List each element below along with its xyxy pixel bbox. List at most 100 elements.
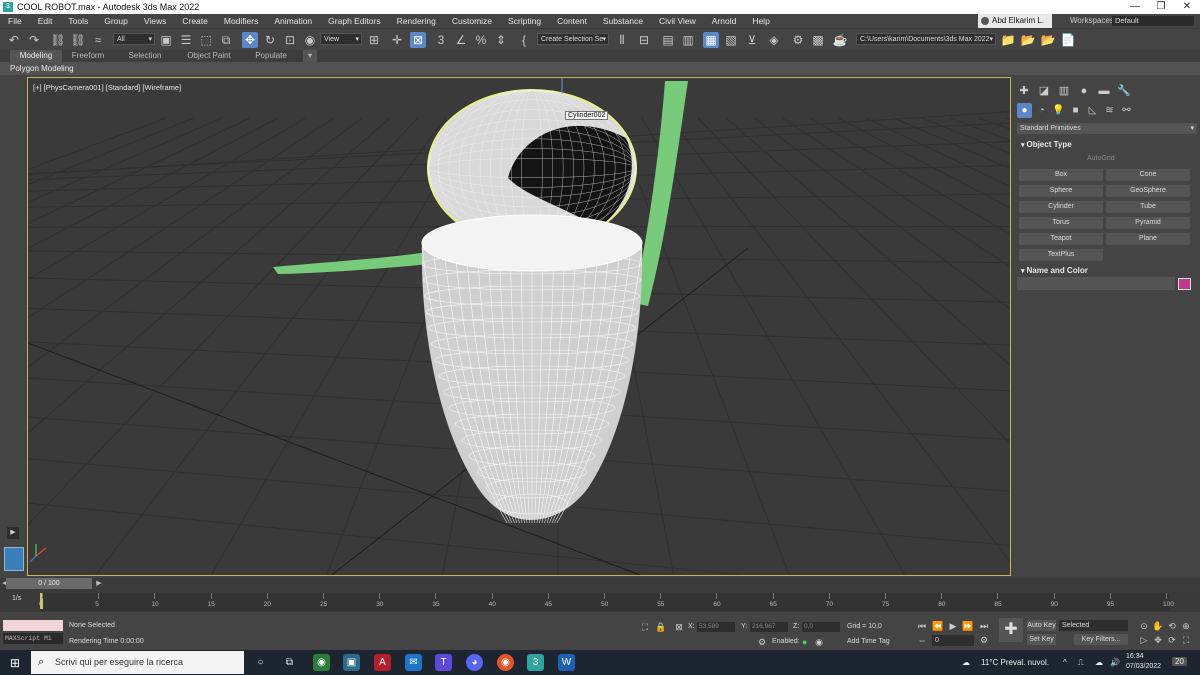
chrome-icon[interactable]: ◉ bbox=[313, 654, 330, 671]
taskbar-search-input[interactable]: ⌕ Scrivi qui per eseguire la ricerca bbox=[31, 651, 244, 674]
current-frame-field[interactable]: 0 bbox=[932, 635, 974, 646]
pivot-point-icon[interactable]: ⊞ bbox=[366, 32, 382, 48]
y-coordinate-field[interactable]: 216,967 bbox=[750, 622, 788, 632]
viewport-canvas[interactable] bbox=[28, 78, 1011, 576]
geometry-icon[interactable]: ● bbox=[1017, 103, 1032, 118]
autogrid-checkbox[interactable]: AutoGrid bbox=[1087, 155, 1147, 162]
tab-modeling[interactable]: Modeling bbox=[10, 50, 62, 62]
tab-freeform[interactable]: Freeform bbox=[62, 50, 114, 62]
clock-time[interactable]: 16:34 bbox=[1126, 653, 1144, 660]
tab-populate[interactable]: Populate bbox=[246, 50, 296, 62]
onedrive-icon[interactable]: ☁ bbox=[1095, 658, 1103, 667]
select-object-icon[interactable]: ▣ bbox=[158, 32, 174, 48]
window-crossing-icon[interactable]: ⧉ bbox=[218, 32, 234, 48]
teapot-button[interactable]: Teapot bbox=[1019, 233, 1103, 245]
workspace-select[interactable]: Default bbox=[1112, 16, 1194, 26]
menu-animation[interactable]: Animation bbox=[266, 14, 320, 28]
rendered-frame-window-icon[interactable]: ▩ bbox=[810, 32, 826, 48]
pyramid-button[interactable]: Pyramid bbox=[1106, 217, 1190, 229]
pan-icon[interactable]: ✋ bbox=[1152, 620, 1164, 632]
menu-group[interactable]: Group bbox=[96, 14, 136, 28]
office-app-icon[interactable]: W bbox=[558, 654, 575, 671]
display-tab-icon[interactable]: ▬ bbox=[1096, 83, 1112, 99]
time-slider-thumb[interactable]: 0 / 100 bbox=[6, 578, 92, 589]
ribbon-options-icon[interactable]: ▾ bbox=[303, 50, 317, 62]
create-tab-icon[interactable]: ✚ bbox=[1016, 83, 1032, 99]
menu-scripting[interactable]: Scripting bbox=[500, 14, 549, 28]
auto-key-button[interactable]: Auto Key bbox=[1027, 620, 1056, 631]
mail-icon[interactable]: ✉ bbox=[405, 654, 422, 671]
menu-graph-editors[interactable]: Graph Editors bbox=[320, 14, 388, 28]
align-icon[interactable]: ⊟ bbox=[636, 32, 652, 48]
mirror-icon[interactable]: ⫴ bbox=[614, 32, 630, 48]
auto-backup-icon[interactable]: 📄 bbox=[1060, 32, 1076, 48]
select-by-name-icon[interactable]: ☰ bbox=[178, 32, 194, 48]
viewport-label[interactable]: [+] [PhysCamera001] [Standard] [Wirefram… bbox=[33, 83, 181, 92]
x-coordinate-field[interactable]: 53,589 bbox=[697, 622, 735, 632]
menu-substance[interactable]: Substance bbox=[595, 14, 651, 28]
spinner-snap-icon[interactable]: ⇕ bbox=[493, 32, 509, 48]
clock-date[interactable]: 07/03/2022 bbox=[1126, 663, 1161, 670]
project-folder-icon[interactable]: 📂 bbox=[1040, 32, 1056, 48]
edit-named-selection-icon[interactable]: { bbox=[516, 32, 532, 48]
selection-lock-icon[interactable]: 🔒 bbox=[655, 621, 667, 633]
viewport-layout-arrow-icon[interactable]: ▶ bbox=[7, 527, 19, 539]
menu-views[interactable]: Views bbox=[136, 14, 175, 28]
cylinder-button[interactable]: Cylinder bbox=[1019, 201, 1103, 213]
weather-text[interactable]: 11°C Preval. nuvol. bbox=[981, 658, 1049, 667]
tray-chevron-icon[interactable]: ^ bbox=[1063, 658, 1067, 667]
3ds-max-taskbar-icon[interactable]: 3 bbox=[527, 654, 544, 671]
render-setup-icon[interactable]: ⚙ bbox=[790, 32, 806, 48]
redo-icon[interactable]: ↷ bbox=[26, 32, 42, 48]
helpers-icon[interactable]: ◺ bbox=[1085, 103, 1100, 118]
volume-icon[interactable]: 🔊 bbox=[1110, 658, 1120, 667]
next-frame-arrow-icon[interactable]: ▶ bbox=[94, 578, 104, 589]
add-time-tag[interactable]: Add Time Tag bbox=[847, 638, 890, 645]
space-warps-icon[interactable]: ≋ bbox=[1102, 103, 1117, 118]
material-editor-icon[interactable]: ◈ bbox=[766, 32, 782, 48]
menu-content[interactable]: Content bbox=[549, 14, 595, 28]
layer-explorer-icon[interactable]: ▥ bbox=[680, 32, 696, 48]
windows-start-icon[interactable]: ⊞ bbox=[8, 656, 22, 670]
sphere-button[interactable]: Sphere bbox=[1019, 185, 1103, 197]
menu-civil-view[interactable]: Civil View bbox=[651, 14, 704, 28]
play-icon[interactable]: ▶ bbox=[947, 620, 959, 632]
maximize-button[interactable]: ❐ bbox=[1148, 0, 1174, 14]
keyboard-shortcut-toggle-icon[interactable]: ⊠ bbox=[410, 32, 426, 48]
geosphere-button[interactable]: GeoSphere bbox=[1106, 185, 1190, 197]
track-bar[interactable]: 1/s 0 5 10 15 20 25 30 35 40 45 50 55 60 65 70 75 80 85 90… bbox=[0, 590, 1200, 612]
selection-filter-select[interactable]: All bbox=[113, 33, 155, 45]
time-tag-toggle-icon[interactable]: ◉ bbox=[813, 636, 825, 648]
field-of-view-icon[interactable]: ▷ bbox=[1138, 634, 1150, 646]
next-frame-icon[interactable]: ⏩ bbox=[962, 620, 974, 632]
previous-frame-icon[interactable]: ⏪ bbox=[932, 620, 944, 632]
object-color-swatch[interactable] bbox=[1178, 278, 1191, 290]
rectangular-selection-icon[interactable]: ⬚ bbox=[198, 32, 214, 48]
key-filters-button[interactable]: Key Filters... bbox=[1074, 634, 1128, 645]
undo-icon[interactable]: ↶ bbox=[6, 32, 22, 48]
link-icon[interactable]: ⛓ bbox=[50, 32, 66, 48]
time-slider[interactable]: ◀ 0 / 100 ▶ bbox=[0, 578, 1200, 590]
tube-button[interactable]: Tube bbox=[1106, 201, 1190, 213]
notification-count[interactable]: 20 bbox=[1172, 657, 1187, 666]
scale-icon[interactable]: ⊡ bbox=[282, 32, 298, 48]
place-icon[interactable]: ◉ bbox=[302, 32, 318, 48]
adaptive-degradation-icon[interactable]: ⚙ bbox=[756, 636, 768, 648]
cone-button[interactable]: Cone bbox=[1106, 169, 1190, 181]
open-explorer-icon[interactable]: 📁 bbox=[1000, 32, 1016, 48]
shapes-icon[interactable]: ◔ bbox=[1034, 103, 1049, 118]
maxscript-listener-input[interactable] bbox=[3, 620, 63, 631]
set-key-button[interactable]: Set Key bbox=[1027, 634, 1056, 645]
scene-explorer-icon[interactable]: ▤ bbox=[660, 32, 676, 48]
teams-icon[interactable]: T bbox=[435, 654, 452, 671]
box-button[interactable]: Box bbox=[1019, 169, 1103, 181]
menu-help[interactable]: Help bbox=[744, 14, 777, 28]
textplus-button[interactable]: TextPlus bbox=[1019, 249, 1103, 261]
absolute-mode-icon[interactable]: ⊠ bbox=[673, 621, 685, 633]
move-icon[interactable]: ✥ bbox=[242, 32, 258, 48]
go-to-end-icon[interactable]: ⏭ bbox=[978, 620, 990, 632]
motion-tab-icon[interactable]: ● bbox=[1076, 83, 1092, 99]
network-tray-icon[interactable]: ⎍ bbox=[1078, 658, 1084, 668]
isolate-selection-icon[interactable]: ⛶ bbox=[639, 621, 651, 633]
reference-coordinate-select[interactable]: View bbox=[320, 33, 362, 45]
